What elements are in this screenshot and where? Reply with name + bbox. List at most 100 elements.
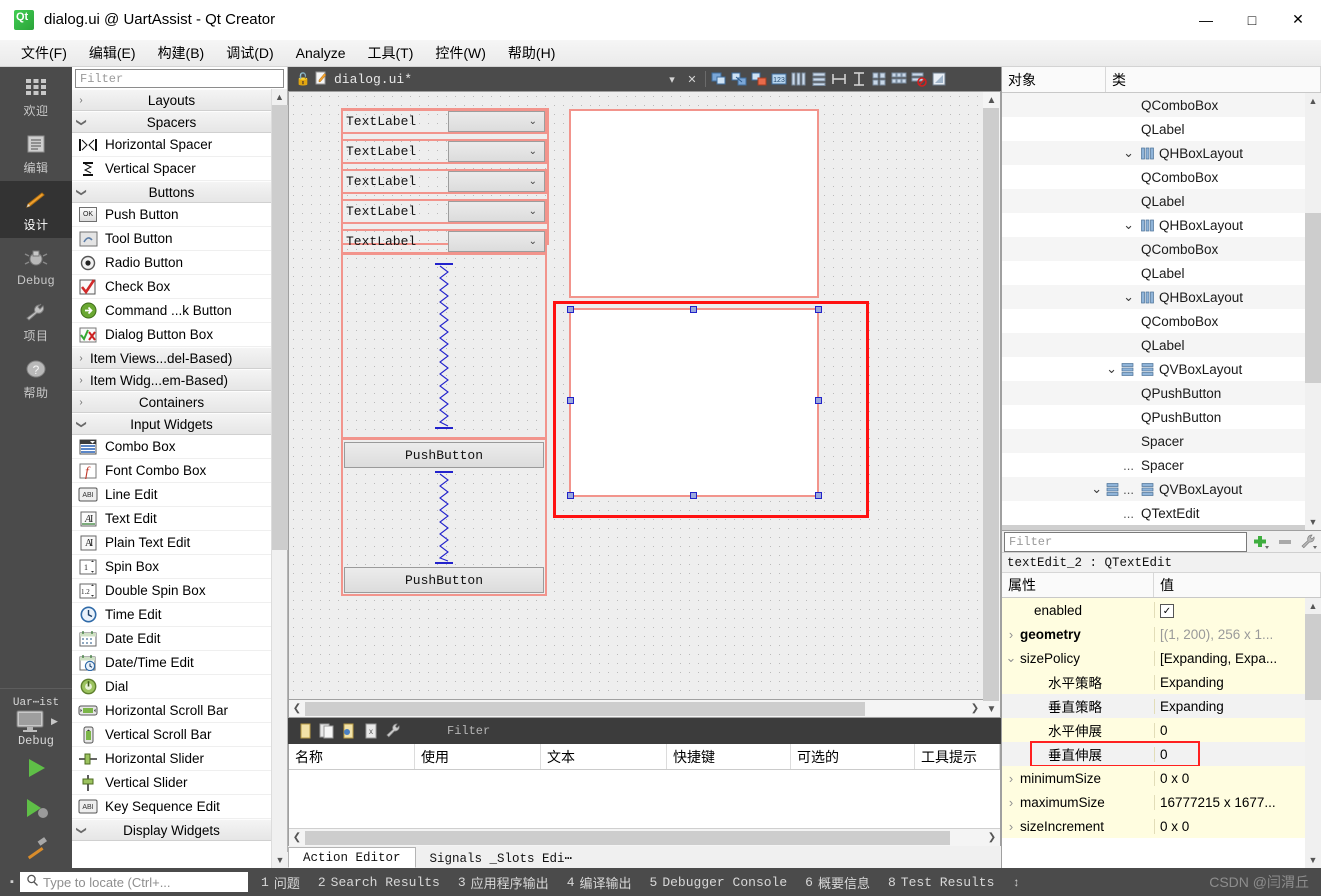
object-tree-row[interactable]: QLabel — [1002, 333, 1305, 357]
document-dropdown-icon[interactable]: ▾ — [662, 69, 682, 89]
resize-handle-tl[interactable] — [567, 306, 574, 313]
resize-handle-br[interactable] — [815, 492, 822, 499]
object-tree-row[interactable]: QComboBox — [1002, 165, 1305, 189]
property-value-cell[interactable]: 0 — [1154, 722, 1305, 738]
chevron-down-icon[interactable]: ⌄ — [1106, 362, 1117, 375]
vertical-spacer-1[interactable] — [431, 262, 457, 430]
layout-vertically-icon[interactable] — [809, 69, 829, 89]
scroll-down-icon[interactable]: ▼ — [272, 852, 288, 868]
status-item-summary[interactable]: 6 概要信息 — [796, 873, 879, 892]
chevron-down-icon[interactable]: ⌄ — [1123, 290, 1134, 303]
chevron-right-icon[interactable]: › — [1002, 795, 1020, 810]
mode-welcome[interactable]: 欢迎 — [0, 67, 72, 124]
widget-item-time-edit[interactable]: Time Edit — [72, 603, 271, 627]
form-design-canvas[interactable]: TextLabel ⌄ TextLabel ⌄ TextLabel ⌄ Text… — [288, 91, 983, 700]
scroll-up-icon[interactable]: ▲ — [1305, 93, 1321, 109]
form-row-2[interactable]: TextLabel ⌄ — [341, 139, 547, 164]
status-item-test-results[interactable]: 8 Test Results — [879, 875, 1003, 890]
widget-category-containers[interactable]: › Containers — [72, 391, 271, 413]
widget-item-date-time-edit[interactable]: Date/Time Edit — [72, 651, 271, 675]
minimize-button[interactable]: — — [1183, 0, 1229, 40]
close-button[interactable]: ✕ — [1275, 0, 1321, 40]
run-button[interactable] — [0, 748, 72, 788]
object-tree-row[interactable]: ⌄ QHBoxLayout — [1002, 285, 1305, 309]
debug-button[interactable] — [0, 788, 72, 828]
scroll-right-icon[interactable]: ❯ — [967, 703, 983, 714]
column-name[interactable]: 名称 — [289, 744, 415, 769]
collapse-icon[interactable]: ▪ — [4, 876, 20, 888]
tab-action-editor[interactable]: Action Editor — [288, 847, 416, 868]
hscroll-track[interactable] — [305, 830, 984, 845]
property-value-cell[interactable]: [(1, 200), 256 x 1... — [1154, 626, 1305, 642]
property-row[interactable]: › minimumSize 0 x 0 — [1002, 766, 1305, 790]
resize-handle-bl[interactable] — [567, 492, 574, 499]
widget-item-horizontal-slider[interactable]: Horizontal Slider — [72, 747, 271, 771]
object-tree-row[interactable]: QComboBox — [1002, 93, 1305, 117]
property-value-cell[interactable]: 16777215 x 1677... — [1154, 794, 1305, 810]
property-row[interactable]: 垂直伸展 0 — [1002, 741, 1305, 767]
status-item-compile-output[interactable]: 4 编译输出 — [558, 873, 641, 892]
output-pane-toggle-icon[interactable]: ↕ — [1003, 875, 1029, 889]
scroll-left-icon[interactable]: ❮ — [289, 832, 305, 843]
chevron-down-icon[interactable]: ⌄ — [1091, 482, 1102, 495]
form-row-3[interactable]: TextLabel ⌄ — [341, 169, 547, 194]
kit-selector[interactable]: Uar⋯ist ▶ Debug — [0, 688, 72, 748]
unlock-icon[interactable]: 🔓 — [294, 72, 312, 86]
action-editor-filter-input[interactable]: Filter — [441, 720, 1001, 742]
widget-item-horizontal-spacer[interactable]: Horizontal Spacer — [72, 133, 271, 157]
column-used[interactable]: 使用 — [415, 744, 541, 769]
textlabel-5[interactable]: TextLabel — [343, 231, 448, 252]
edit-buddies-icon[interactable] — [749, 69, 769, 89]
adjust-size-icon[interactable] — [929, 69, 949, 89]
widget-category-buttons[interactable]: ❯ Buttons — [72, 181, 271, 203]
widget-item-double-spin-box[interactable]: 1.2 Double Spin Box — [72, 579, 271, 603]
layout-horizontally-icon[interactable] — [789, 69, 809, 89]
resize-handle-tc[interactable] — [690, 306, 697, 313]
resize-handle-mr[interactable] — [815, 397, 822, 404]
combobox-4[interactable]: ⌄ — [448, 201, 545, 222]
widget-item-key-sequence-edit[interactable]: ABI Key Sequence Edit — [72, 795, 271, 819]
object-tree-row[interactable]: Spacer — [1002, 429, 1305, 453]
status-item-app-output[interactable]: 3 应用程序输出 — [449, 873, 558, 892]
menu-item-tools[interactable]: 工具(T) — [356, 40, 424, 66]
canvas-vscrollbar[interactable]: ▲ ▼ — [983, 91, 1001, 718]
scroll-up-icon[interactable]: ▲ — [983, 92, 1000, 108]
column-class[interactable]: 类 — [1106, 67, 1321, 92]
widget-item-text-edit[interactable]: A I Text Edit — [72, 507, 271, 531]
property-filter-input[interactable]: Filter — [1004, 531, 1247, 552]
scroll-up-icon[interactable]: ▲ — [272, 89, 287, 105]
widget-box-filter-input[interactable]: Filter — [75, 69, 284, 88]
canvas-hscrollbar[interactable]: ❮ ❯ — [288, 700, 983, 718]
property-row[interactable]: 水平伸展 0 — [1002, 718, 1305, 742]
chevron-down-icon[interactable]: ⌄ — [1123, 146, 1134, 159]
textlabel-2[interactable]: TextLabel — [343, 141, 448, 162]
widget-item-vertical-scroll-bar[interactable]: Vertical Scroll Bar — [72, 723, 271, 747]
copy-action-icon[interactable] — [316, 720, 338, 742]
column-value[interactable]: 值 — [1154, 573, 1321, 597]
layout-splitter-v-icon[interactable] — [849, 69, 869, 89]
action-table-body[interactable] — [289, 770, 1000, 828]
hscroll-track[interactable] — [305, 701, 967, 716]
mode-edit[interactable]: 编辑 — [0, 124, 72, 181]
object-tree-row[interactable]: QLabel — [1002, 261, 1305, 285]
widget-item-line-edit[interactable]: ABI Line Edit — [72, 483, 271, 507]
textlabel-3[interactable]: TextLabel — [343, 171, 448, 192]
scrollbar-thumb[interactable] — [1305, 614, 1321, 700]
property-scrollbar[interactable]: ▲ ▼ — [1305, 598, 1321, 868]
menu-item-help[interactable]: 帮助(H) — [497, 40, 566, 66]
property-row[interactable]: › sizeIncrement 0 x 0 — [1002, 814, 1305, 838]
chevron-down-icon[interactable]: ⌄ — [1002, 651, 1020, 664]
resize-handle-bc[interactable] — [690, 492, 697, 499]
edit-widgets-icon[interactable] — [709, 69, 729, 89]
property-value-cell[interactable]: ✓ — [1154, 601, 1305, 619]
mode-help[interactable]: ? 帮助 — [0, 349, 72, 406]
widget-item-date-edit[interactable]: Date Edit — [72, 627, 271, 651]
enabled-checkbox[interactable]: ✓ — [1160, 604, 1174, 619]
widget-category-item-views-del-based[interactable]: › Item Views...del-Based) — [72, 347, 271, 369]
object-tree-row[interactable]: ... QTextEdit — [1002, 525, 1305, 530]
widget-item-combo-box[interactable]: Combo Box — [72, 435, 271, 459]
menu-item-edit[interactable]: 编辑(E) — [78, 40, 147, 66]
open-document-name[interactable]: dialog.ui* — [334, 72, 412, 87]
combobox-5[interactable]: ⌄ — [448, 231, 545, 252]
object-tree-row[interactable]: QLabel — [1002, 117, 1305, 141]
